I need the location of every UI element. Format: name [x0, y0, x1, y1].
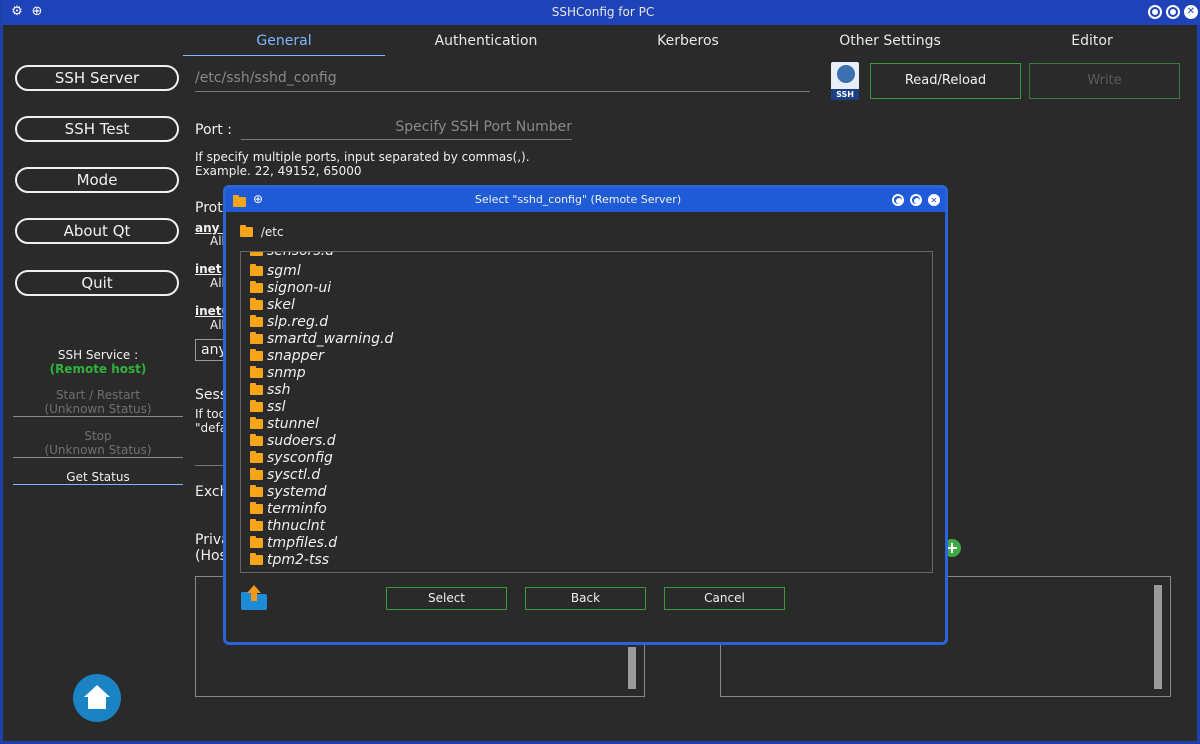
- maximize-icon[interactable]: [1166, 5, 1180, 19]
- folder-icon: [250, 468, 263, 480]
- left-list-scrollbar[interactable]: [628, 647, 636, 689]
- list-item[interactable]: sensors.d: [250, 252, 334, 260]
- dialog-title: Select "sshd_config" (Remote Server): [474, 193, 682, 206]
- remote-host-label: (Remote host): [49, 362, 147, 376]
- start-restart-label: Start / Restart: [55, 388, 141, 402]
- list-item[interactable]: ssl: [250, 399, 285, 416]
- start-status-label: (Unknown Status): [44, 402, 152, 416]
- inet-option-colon: :: [217, 262, 222, 276]
- folder-icon: [250, 400, 263, 412]
- folder-icon: [250, 264, 263, 276]
- parent-folder-button[interactable]: [240, 585, 268, 611]
- session-hint-line1: If too: [195, 407, 226, 421]
- folder-icon: [250, 281, 263, 293]
- ssh-icon-label: SSH: [831, 89, 859, 100]
- list-item[interactable]: tmpfiles.d: [250, 535, 337, 552]
- folder-up-icon: [241, 585, 267, 610]
- home-button[interactable]: [73, 674, 121, 722]
- list-item[interactable]: smartd_warning.d: [250, 331, 393, 348]
- current-path: /etc: [240, 225, 284, 239]
- list-item[interactable]: stunnel: [250, 416, 319, 433]
- current-path-text: /etc: [260, 225, 284, 239]
- list-item[interactable]: systemd: [250, 484, 327, 501]
- main-window: ⚙ ⊕ SSHConfig for PC ✕ General Authentic…: [0, 0, 1200, 744]
- list-item[interactable]: snapper: [250, 348, 324, 365]
- list-item[interactable]: signon-ui: [250, 280, 331, 297]
- read-reload-button[interactable]: Read/Reload: [870, 63, 1021, 99]
- folder-icon: [250, 252, 263, 256]
- port-label: Port :: [195, 122, 232, 138]
- path-folder-icon: [240, 225, 253, 237]
- dialog-minimize-icon[interactable]: [892, 194, 904, 206]
- folder-list[interactable]: sensors.d sgml signon-ui skel slp.reg.d …: [240, 251, 933, 573]
- port-input[interactable]: Specify SSH Port Number: [241, 116, 572, 140]
- list-item[interactable]: sysconfig: [250, 450, 333, 467]
- port-hint-line2: Example. 22, 49152, 65000: [195, 164, 362, 178]
- list-item[interactable]: sysctl.d: [250, 467, 320, 484]
- list-item[interactable]: sgml: [250, 263, 301, 280]
- window-title: SSHConfig for PC: [551, 5, 655, 19]
- right-list-scrollbar[interactable]: [1154, 585, 1162, 689]
- ssh-file-icon[interactable]: SSH: [831, 62, 859, 100]
- select-button[interactable]: Select: [386, 587, 507, 610]
- cancel-button[interactable]: Cancel: [664, 587, 785, 610]
- folder-icon: [250, 315, 263, 327]
- tab-authentication[interactable]: Authentication: [385, 28, 587, 56]
- back-button[interactable]: Back: [525, 587, 646, 610]
- home-icon: [84, 685, 110, 709]
- get-status-button[interactable]: Get Status: [13, 470, 183, 485]
- folder-icon: [250, 536, 263, 548]
- folder-icon: [250, 383, 263, 395]
- tab-bar: General Authentication Kerberos Other Se…: [183, 28, 1193, 56]
- stop-label: Stop: [84, 429, 112, 443]
- folder-icon: [250, 553, 263, 565]
- stop-status-label: (Unknown Status): [44, 443, 152, 457]
- folder-icon: [250, 332, 263, 344]
- dialog-title-bar: ⊕ Select "sshd_config" (Remote Server) ✕: [226, 188, 945, 212]
- folder-icon: [250, 349, 263, 361]
- folder-icon: [250, 451, 263, 463]
- list-item[interactable]: slp.reg.d: [250, 314, 328, 331]
- folder-icon: [250, 417, 263, 429]
- minimize-icon[interactable]: [1148, 5, 1162, 19]
- list-item[interactable]: tpm2-tss: [250, 552, 329, 569]
- globe-icon: [837, 65, 855, 83]
- start-restart-button[interactable]: Start / Restart (Unknown Status): [13, 388, 183, 417]
- divider: [195, 465, 225, 466]
- list-item[interactable]: ssh: [250, 382, 290, 399]
- port-hint-line1: If specify multiple ports, input separat…: [195, 150, 530, 164]
- mode-button[interactable]: Mode: [15, 167, 179, 193]
- stop-button[interactable]: Stop (Unknown Status): [13, 429, 183, 458]
- folder-icon: [250, 502, 263, 514]
- list-item[interactable]: skel: [250, 297, 295, 314]
- list-item[interactable]: terminfo: [250, 501, 327, 518]
- list-item[interactable]: sudoers.d: [250, 433, 336, 450]
- tab-general[interactable]: General: [183, 28, 385, 56]
- folder-icon: [250, 366, 263, 378]
- tab-other-settings[interactable]: Other Settings: [789, 28, 991, 56]
- ssh-service-label: SSH Service :: [57, 348, 139, 362]
- dialog-maximize-icon[interactable]: [910, 194, 922, 206]
- tab-kerberos[interactable]: Kerberos: [587, 28, 789, 56]
- config-path-input[interactable]: /etc/ssh/sshd_config: [195, 66, 810, 92]
- select-file-dialog: ⊕ Select "sshd_config" (Remote Server) ✕…: [223, 185, 948, 645]
- list-item[interactable]: snmp: [250, 365, 306, 382]
- list-item[interactable]: thnuclnt: [250, 518, 325, 535]
- ssh-server-button[interactable]: SSH Server: [15, 65, 179, 91]
- about-qt-button[interactable]: About Qt: [15, 218, 179, 244]
- folder-icon: [250, 298, 263, 310]
- title-bar: ⚙ ⊕ SSHConfig for PC ✕: [3, 0, 1200, 25]
- folder-icon: [250, 485, 263, 497]
- quit-button[interactable]: Quit: [15, 270, 179, 296]
- folder-icon: [250, 519, 263, 531]
- folder-icon: [250, 434, 263, 446]
- write-button[interactable]: Write: [1029, 63, 1180, 99]
- tab-editor[interactable]: Editor: [991, 28, 1193, 56]
- ssh-test-button[interactable]: SSH Test: [15, 116, 179, 142]
- close-icon[interactable]: ✕: [1184, 5, 1198, 19]
- dialog-close-icon[interactable]: ✕: [928, 194, 940, 206]
